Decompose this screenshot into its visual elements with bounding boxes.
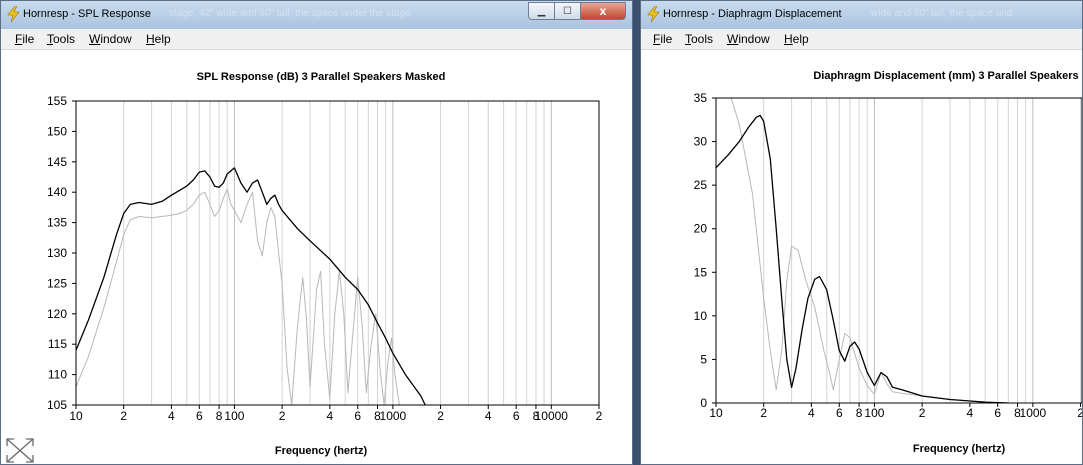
x-tick-label: 6 <box>513 409 520 423</box>
x-tick-label: 4 <box>168 409 175 423</box>
x-tick-label: 8 <box>856 406 863 420</box>
y-tick-label: 105 <box>47 398 67 412</box>
background-title-text: stage, 42" wide and 60" tall, the space … <box>169 8 411 19</box>
x-tick-label: 2 <box>120 409 127 423</box>
x-tick-label: 2 <box>437 409 444 423</box>
x-tick-label: 10 <box>69 409 83 423</box>
x-tick-label: 4 <box>966 406 973 420</box>
menu-help[interactable]: Help <box>146 32 171 46</box>
x-axis-label: Frequency (hertz) <box>275 445 368 457</box>
x-tick-label: 4 <box>808 406 815 420</box>
y-tick-label: 35 <box>694 91 708 105</box>
minimize-icon: ▁ <box>537 5 546 17</box>
y-tick-label: 150 <box>47 124 67 138</box>
chart-title: SPL Response (dB) 3 Parallel Speakers Ma… <box>197 71 446 83</box>
y-tick-label: 115 <box>48 337 67 351</box>
minimize-button[interactable]: ▁ <box>528 2 555 20</box>
close-icon: x <box>599 4 607 18</box>
diaphragm-displacement-chart: 35302520151050102468100246810002Diaphrag… <box>694 70 1082 455</box>
y-tick-label: 30 <box>694 135 708 149</box>
x-tick-label: 10 <box>709 406 723 420</box>
maximize-button[interactable]: ☐ <box>555 2 581 20</box>
y-tick-label: 135 <box>47 216 67 230</box>
y-tick-label: 145 <box>47 155 67 169</box>
y-tick-label: 5 <box>700 352 707 366</box>
window-title: Hornresp - Diaphragm Displacement <box>663 8 842 20</box>
x-tick-label: 2 <box>760 406 767 420</box>
background-title-text: wide and 60" tall, the space und <box>871 8 1013 19</box>
menu-tools[interactable]: Tools <box>47 32 75 46</box>
menu-window[interactable]: Window <box>727 32 770 46</box>
chart-title: Diaphragm Displacement (mm) 3 Parallel S… <box>813 70 1078 82</box>
x-tick-label: 2 <box>279 409 286 423</box>
menu-window[interactable]: Window <box>89 32 132 46</box>
y-tick-label: 110 <box>48 368 67 382</box>
resize-arrows-icon[interactable] <box>3 435 37 465</box>
lightning-bolt-icon <box>7 6 20 22</box>
y-tick-label: 140 <box>47 185 67 199</box>
window-title: Hornresp - SPL Response <box>23 8 151 20</box>
y-tick-label: 10 <box>694 309 708 323</box>
y-tick-label: 20 <box>694 222 708 236</box>
x-tick-label: 4 <box>326 409 333 423</box>
menu-file[interactable]: File <box>653 32 672 46</box>
x-tick-label: 10000 <box>535 409 569 423</box>
x-tick-label: 6 <box>994 406 1001 420</box>
x-tick-label: 2 <box>1077 406 1082 420</box>
x-tick-label: 6 <box>354 409 361 423</box>
secondary-series-line <box>730 98 1009 403</box>
menu-file[interactable]: File <box>15 32 34 46</box>
primary-series-line <box>76 167 426 405</box>
menu-bar: File Tools Window Help <box>1 29 632 50</box>
lightning-bolt-icon <box>647 6 660 22</box>
maximize-icon: ☐ <box>563 5 572 17</box>
y-tick-label: 130 <box>47 246 67 260</box>
diaphragm-displacement-window: Hornresp - Diaphragm Displacement wide a… <box>640 0 1083 465</box>
x-tick-label: 8 <box>216 409 223 423</box>
secondary-series-line <box>76 188 400 405</box>
y-tick-label: 125 <box>47 276 67 290</box>
x-tick-label: 6 <box>836 406 843 420</box>
plot-frame <box>75 100 600 406</box>
y-tick-label: 25 <box>694 178 708 192</box>
x-tick-label: 2 <box>596 409 603 423</box>
title-bar[interactable]: Hornresp - SPL Response stage, 42" wide … <box>1 1 632 29</box>
y-tick-label: 155 <box>47 94 67 108</box>
y-tick-label: 15 <box>694 265 708 279</box>
x-tick-label: 6 <box>196 409 203 423</box>
x-tick-label: 4 <box>485 409 492 423</box>
x-tick-label: 100 <box>864 406 884 420</box>
spl-response-window: Hornresp - SPL Response stage, 42" wide … <box>0 0 633 465</box>
x-tick-label: 1000 <box>1020 406 1047 420</box>
menu-tools[interactable]: Tools <box>685 32 713 46</box>
y-tick-label: 120 <box>47 307 67 321</box>
close-button[interactable]: x <box>581 2 626 20</box>
y-tick-label: 0 <box>700 396 707 410</box>
title-bar[interactable]: Hornresp - Diaphragm Displacement wide a… <box>641 1 1082 29</box>
x-tick-label: 100 <box>224 409 244 423</box>
menu-help[interactable]: Help <box>784 32 809 46</box>
menu-bar: File Tools Window Help <box>641 29 1082 50</box>
x-tick-label: 2 <box>919 406 926 420</box>
x-axis-label: Frequency (hertz) <box>913 443 1006 455</box>
spl-response-chart: 15515014514013513012512011511010510 2 4 6 8 1… <box>47 71 603 457</box>
x-tick-label: 1000 <box>380 409 407 423</box>
